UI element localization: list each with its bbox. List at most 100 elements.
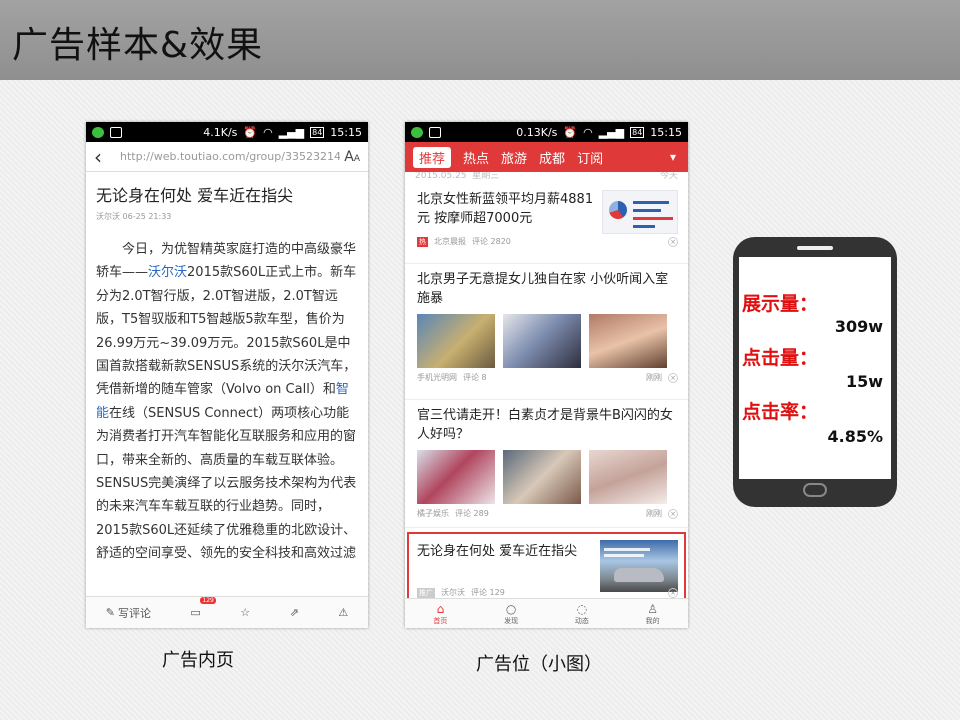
status-bar: 4.1K/s ⏰ ◠ ▂▄▆ 84 15:15 — [86, 122, 368, 142]
feed-title: 北京男子无意提女儿独自在家 小伙听闻入室施暴 — [417, 272, 669, 306]
feed-comments: 评论 8 — [463, 373, 487, 382]
feed-item[interactable]: 北京女性新蓝领平均月薪4881元 按摩师超7000元 热 北京晨报 评论 282… — [405, 184, 688, 264]
feed-image — [589, 450, 667, 504]
feed-thumbnail — [602, 190, 678, 234]
feed-time: 刚刚 — [646, 373, 662, 382]
body-text: 2015款S60L正式上市。新车分为2.0T智行版，2.0T智进版，2.0T智远… — [96, 265, 357, 398]
dismiss-icon[interactable]: × — [668, 236, 678, 247]
chevron-down-icon[interactable]: ▾ — [662, 150, 684, 164]
alarm-icon: ⏰ — [243, 125, 258, 139]
feed-image — [417, 314, 495, 368]
url-text[interactable]: http://web.toutiao.com/group/33523214 — [120, 150, 340, 163]
favorite-button[interactable]: ☆ — [240, 606, 250, 619]
user-icon: ♙ — [647, 602, 658, 616]
dismiss-icon[interactable]: × — [668, 508, 678, 519]
feed-comments: 评论 289 — [455, 509, 489, 518]
tab-activity[interactable]: ◌ 动态 — [575, 602, 589, 626]
feed-meta: 手机光明网 评论 8 刚刚 × — [417, 372, 678, 383]
tab-profile[interactable]: ♙ 我的 — [646, 602, 660, 626]
share-icon: ⇗ — [289, 606, 299, 619]
ad-landing-screenshot: 4.1K/s ⏰ ◠ ▂▄▆ 84 15:15 ‹ http://web.tou… — [86, 122, 368, 628]
share-button[interactable]: ⇗ — [290, 606, 299, 619]
comment-count-badge: 129 — [200, 597, 216, 604]
write-comment-button[interactable]: ✎ 写评论 — [106, 605, 151, 621]
signal-icon: ▂▄▆ — [278, 125, 305, 139]
feed-image — [503, 314, 581, 368]
wifi-icon: ◠ — [583, 125, 593, 139]
status-bar: 0.13K/s ⏰ ◠ ▂▄▆ 84 15:15 — [405, 122, 688, 142]
ad-meta: 推广 沃尔沃 评论 129 × — [417, 587, 678, 598]
stats-panel: 展示量： 309w 点击量： 15w 点击率： 4.85% — [739, 257, 891, 479]
clicks-value: 15w — [845, 372, 883, 391]
ad-comments: 评论 129 — [471, 588, 505, 597]
channel-nav: 推荐 热点 旅游 成都 订阅 ▾ — [405, 142, 688, 172]
caption-landing-page: 广告内页 — [162, 650, 234, 671]
tab-chengdu[interactable]: 成都 — [539, 148, 565, 167]
impressions-value: 309w — [834, 317, 883, 336]
date: 2015.05.25 — [415, 172, 467, 181]
battery-icon: 84 — [630, 126, 645, 138]
article: 无论身在何处 爱车近在指尖 沃尔沃 06-25 21:33 今日，为优智精英家庭… — [86, 172, 368, 566]
ad-source: 沃尔沃 — [441, 588, 465, 597]
wechat-icon — [92, 126, 104, 138]
write-comment-label: 写评论 — [117, 606, 151, 620]
article-toolbar: ✎ 写评论 ▭ 129 ☆ ⇗ ⚠ — [86, 596, 368, 628]
app-tab-bar: ⌂ 首页 ○ 发现 ◌ 动态 ♙ 我的 — [405, 598, 688, 628]
dismiss-icon[interactable]: × — [668, 372, 678, 383]
feed-item[interactable]: 北京男子无意提女儿独自在家 小伙听闻入室施暴 手机光明网 评论 8 刚刚 × — [405, 264, 688, 400]
feed-comments: 评论 2820 — [472, 237, 511, 246]
article-meta: 沃尔沃 06-25 21:33 — [96, 212, 172, 221]
ad-thumbnail — [600, 540, 678, 592]
feed-meta: 热 北京晨报 评论 2820 × — [417, 236, 678, 247]
ad-slot-screenshot: 0.13K/s ⏰ ◠ ▂▄▆ 84 15:15 推荐 热点 旅游 成都 订阅 … — [405, 122, 688, 628]
feed-image — [417, 450, 495, 504]
back-arrow-icon[interactable]: ‹ — [94, 145, 120, 169]
slide-title: 广告样本&效果 — [12, 25, 264, 66]
date-strip: 2015.05.25 星期三 今天 — [405, 172, 688, 184]
tab-home[interactable]: ⌂ 首页 — [433, 602, 447, 626]
font-size-icon[interactable]: AA — [340, 149, 360, 165]
wechat-icon — [411, 126, 423, 138]
search-icon: ○ — [505, 602, 517, 616]
feed-title: 官三代请走开！白素贞才是背景牛B闪闪的女人好吗？ — [417, 408, 673, 442]
ctr-value: 4.85% — [827, 427, 883, 446]
tab-hot[interactable]: 热点 — [463, 148, 489, 167]
feed-time: 刚刚 — [646, 509, 662, 518]
tab-subscribe[interactable]: 订阅 — [577, 148, 603, 167]
report-button[interactable]: ⚠ — [338, 606, 348, 619]
ad-title: 无论身在何处 爱车近在指尖 — [417, 544, 578, 559]
tab-travel[interactable]: 旅游 — [501, 148, 527, 167]
network-speed: 0.13K/s — [516, 125, 558, 139]
weekday: 星期三 — [472, 172, 500, 181]
today-label: 今天 — [659, 172, 678, 181]
brand-link[interactable]: 沃尔沃 — [148, 265, 187, 280]
body-text: 在线（SENSUS Connect）两项核心功能为消费者打开汽车智能化互联服务和… — [96, 405, 357, 562]
dismiss-icon[interactable]: × — [668, 587, 678, 598]
stats-phone-graphic: 展示量： 309w 点击量： 15w 点击率： 4.85% — [733, 237, 897, 507]
network-speed: 4.1K/s — [203, 125, 238, 139]
promo-tag: 推广 — [417, 587, 435, 598]
feed-image — [503, 450, 581, 504]
article-body: 今日，为优智精英家庭打造的中高级豪华轿车——沃尔沃2015款S60L正式上市。新… — [96, 238, 358, 566]
phone-speaker — [797, 246, 833, 250]
feed-source: 手机光明网 — [417, 373, 457, 382]
tab-discover[interactable]: ○ 发现 — [504, 602, 518, 626]
home-button — [803, 483, 827, 497]
feed-title: 北京女性新蓝领平均月薪4881元 按摩师超7000元 — [417, 192, 594, 226]
tab-recommend[interactable]: 推荐 — [413, 146, 452, 168]
alarm-icon: ⏰ — [563, 125, 578, 139]
tab-label: 动态 — [574, 617, 589, 625]
slide-header: 广告样本&效果 — [0, 0, 960, 80]
comments-button[interactable]: ▭ 129 — [190, 597, 216, 619]
hot-tag: 热 — [417, 236, 428, 247]
clock: 15:15 — [650, 125, 682, 139]
feed-source: 橘子娱乐 — [417, 509, 449, 518]
caption-ad-slot: 广告位（小图） — [476, 654, 602, 675]
feed-item[interactable]: 官三代请走开！白素贞才是背景牛B闪闪的女人好吗？ 橘子娱乐 评论 289 刚刚 … — [405, 400, 688, 528]
feed-meta: 橘子娱乐 评论 289 刚刚 × — [417, 508, 678, 519]
article-title: 无论身在何处 爱车近在指尖 — [96, 186, 294, 205]
battery-icon: 84 — [310, 126, 325, 138]
ad-slot-highlight[interactable]: 无论身在何处 爱车近在指尖 推广 沃尔沃 评论 129 × — [407, 532, 686, 604]
feed-source: 北京晨报 — [434, 237, 466, 246]
impressions-label: 展示量： — [742, 293, 819, 315]
